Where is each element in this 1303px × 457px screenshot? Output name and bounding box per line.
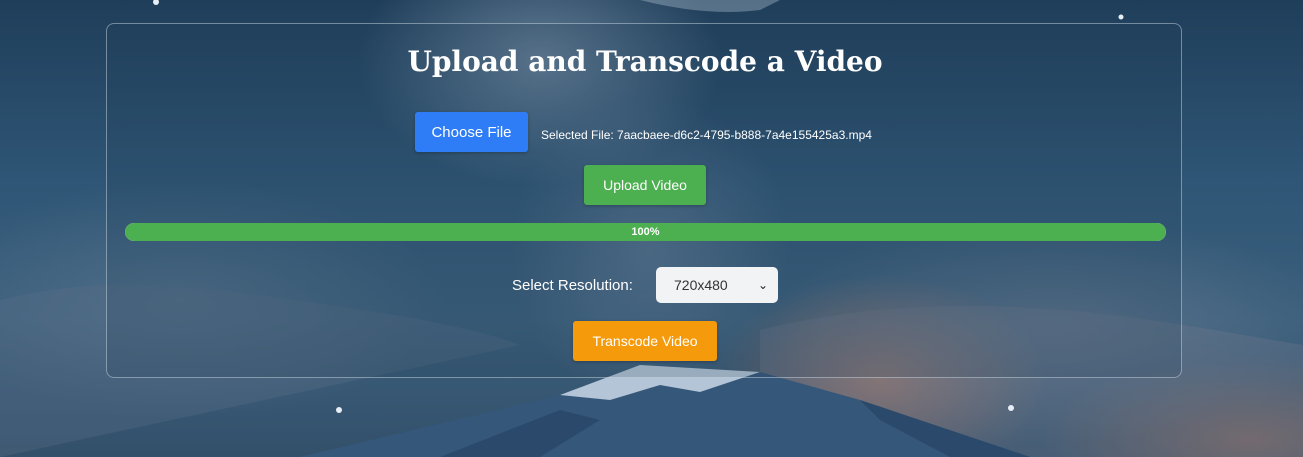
upload-panel: Upload and Transcode a Video Choose File…: [106, 23, 1182, 378]
selected-file-text: Selected File: 7aacbaee-d6c2-4795-b888-7…: [541, 128, 872, 142]
upload-progress-bar: 100%: [125, 223, 1166, 241]
resolution-label: Select Resolution:: [512, 277, 633, 294]
chevron-down-icon: ⌄: [757, 278, 768, 292]
transcode-video-button[interactable]: Transcode Video: [573, 321, 717, 361]
upload-video-button[interactable]: Upload Video: [584, 165, 706, 205]
upload-progress-label: 100%: [631, 226, 660, 238]
page-title: Upload and Transcode a Video: [407, 45, 883, 78]
resolution-select[interactable]: 720x480 ⌄: [656, 267, 778, 303]
resolution-selected-value: 720x480: [674, 277, 728, 293]
choose-file-button[interactable]: Choose File: [415, 112, 528, 152]
